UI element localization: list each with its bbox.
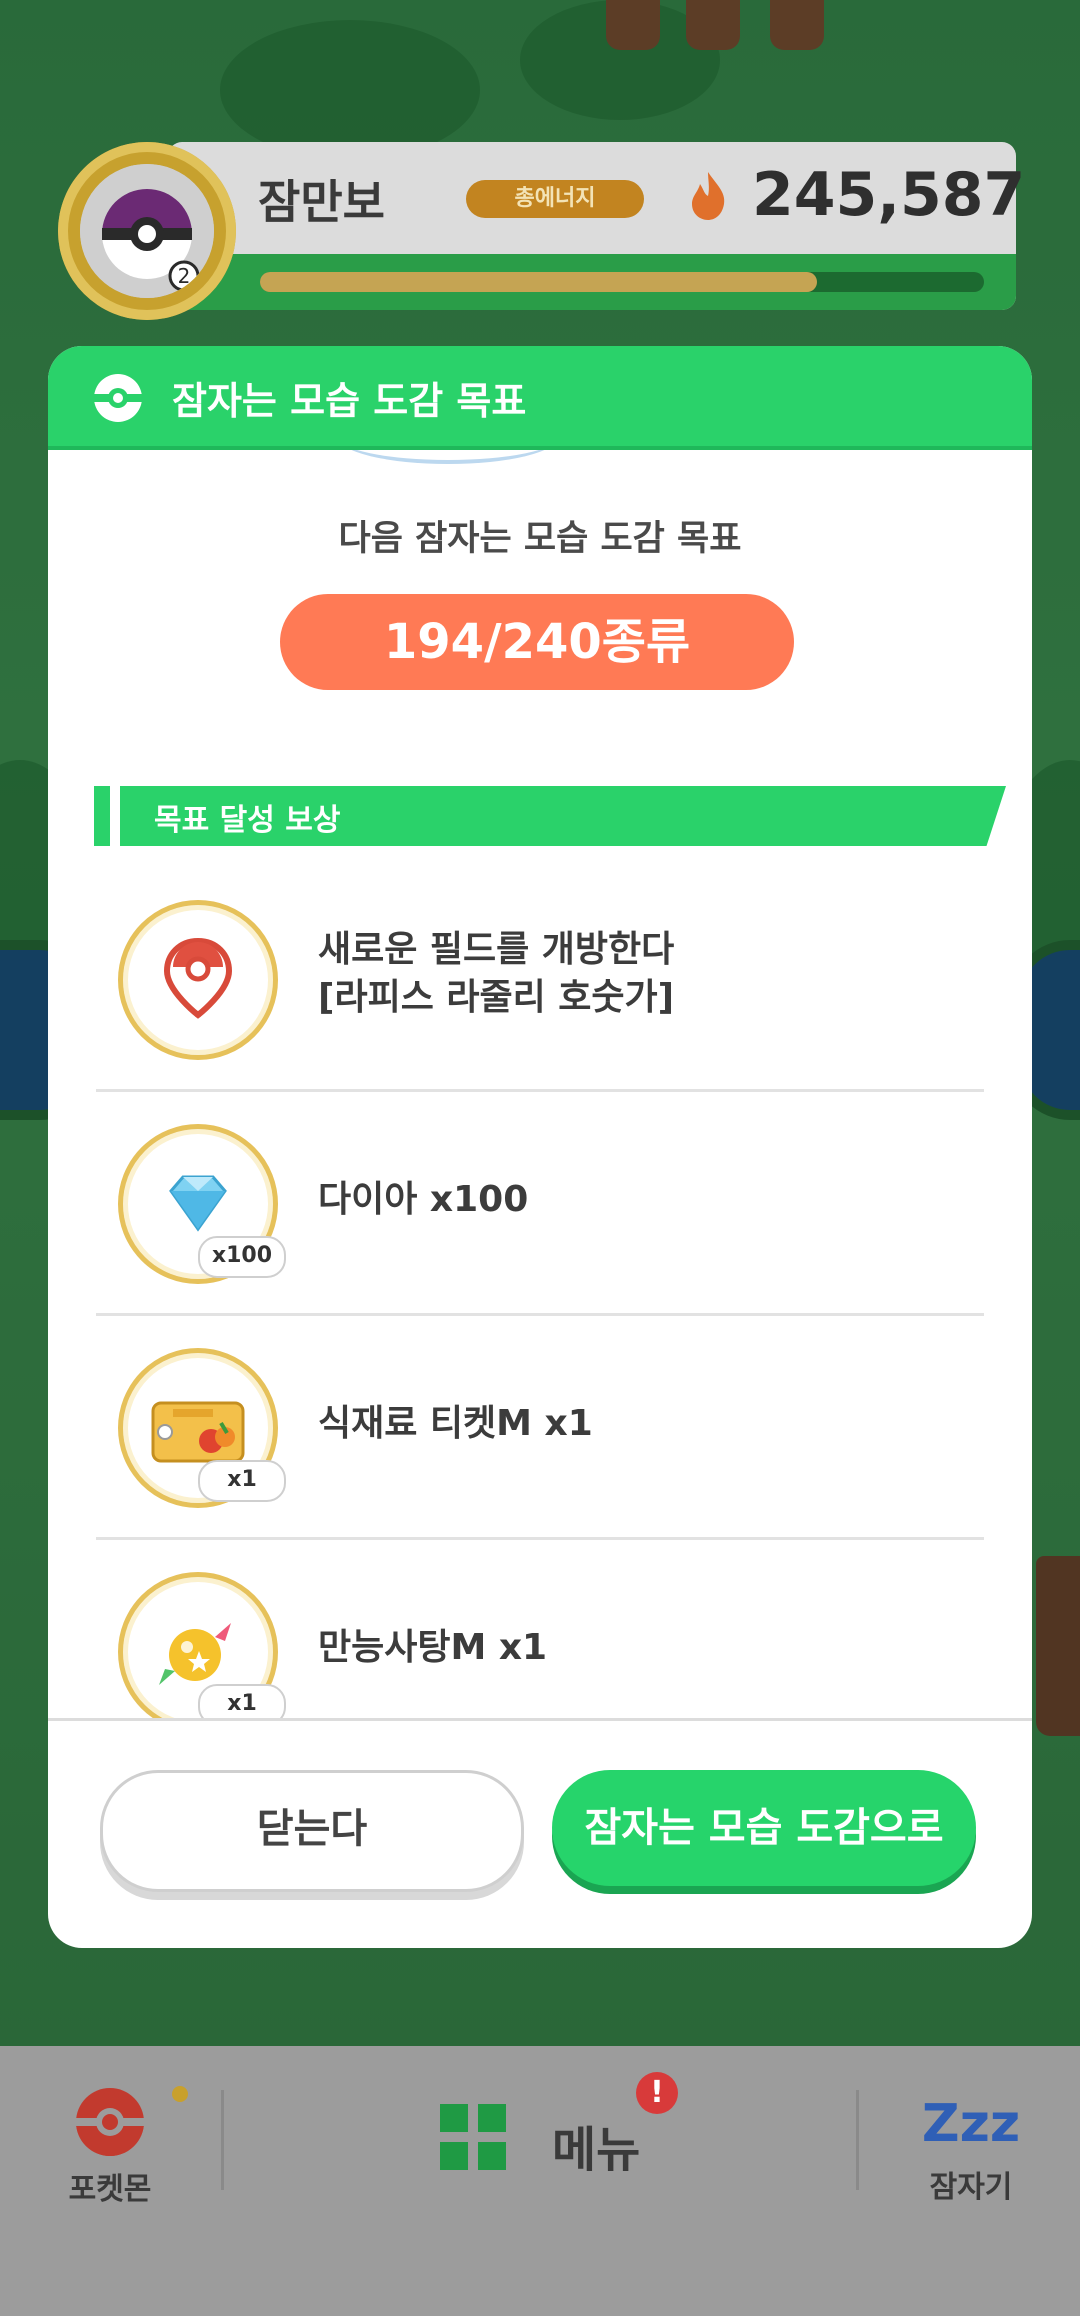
close-button[interactable]: 닫는다	[100, 1770, 524, 1892]
nav-menu-label[interactable]: 메뉴	[552, 2110, 640, 2180]
nav-pokemon-label: 포켓몬	[68, 2172, 152, 2207]
reward-item-ingredient-ticket: x1 식재료 티켓M x1	[96, 1316, 984, 1540]
map-pin-icon	[123, 905, 273, 1055]
energy-progress-fill	[260, 272, 818, 292]
notification-dot	[172, 2086, 188, 2102]
sleep-zzz-icon: Zzz	[921, 2094, 1021, 2154]
total-energy-value: 245,587	[752, 160, 1026, 230]
reward-qty-badge: x1	[198, 1460, 286, 1502]
reward-qty-badge: x1	[198, 1684, 286, 1718]
flame-icon	[686, 170, 730, 226]
alert-badge: !	[636, 2072, 678, 2114]
nav-sleep-label: 잠자기	[929, 2170, 1013, 2205]
pokeball-header-icon	[92, 372, 144, 428]
dex-goal-modal: 잠자는 모습 도감 목표 다음 잠자는 모습 도감 목표 194/240종류 목…	[48, 346, 1032, 1948]
nav-pokemon[interactable]: 포켓몬	[50, 2084, 170, 2208]
modal-header: 잠자는 모습 도감 목표	[48, 346, 1032, 448]
reward-section-title: 목표 달성 보상	[154, 803, 341, 838]
reward-title: 다이아 x100	[318, 1179, 529, 1220]
modal-scroll-area[interactable]: 다음 잠자는 모습 도감 목표 194/240종류 목표 달성 보상 새로운 필…	[48, 450, 1032, 1718]
avatar-level-badge: 2	[178, 264, 191, 288]
menu-grid-icon[interactable]	[440, 2104, 508, 2176]
reward-item-candy: x1 만능사탕M x1	[96, 1540, 984, 1718]
energy-progress-bar	[260, 272, 984, 292]
reward-item-diamond: x100 다이아 x100	[96, 1092, 984, 1316]
reward-title: 식재료 티켓M x1	[318, 1403, 593, 1444]
modal-title: 잠자는 모습 도감 목표	[172, 379, 527, 423]
pokeball-avatar-icon: 2	[80, 164, 214, 298]
reward-title: 만능사탕M x1	[318, 1627, 548, 1668]
goal-progress-pill: 194/240종류	[280, 594, 794, 690]
player-name: 잠만보	[258, 175, 385, 229]
goal-caption: 다음 잠자는 모습 도감 목표	[338, 519, 742, 559]
reward-subtitle: [라피스 라줄리 호숫가]	[318, 977, 675, 1018]
reward-qty-badge: x100	[198, 1236, 286, 1278]
nav-sleep[interactable]: Zzz 잠자기	[906, 2086, 1036, 2206]
reward-item-new-field: 새로운 필드를 개방한다 [라피스 라줄리 호숫가]	[96, 868, 984, 1092]
go-to-sleep-dex-button[interactable]: 잠자는 모습 도감으로	[552, 1770, 976, 1886]
reward-title: 새로운 필드를 개방한다	[318, 929, 675, 970]
avatar[interactable]: 2	[58, 142, 236, 320]
total-energy-label: 총에너지	[466, 180, 644, 218]
pokeball-nav-icon	[50, 2084, 170, 2164]
